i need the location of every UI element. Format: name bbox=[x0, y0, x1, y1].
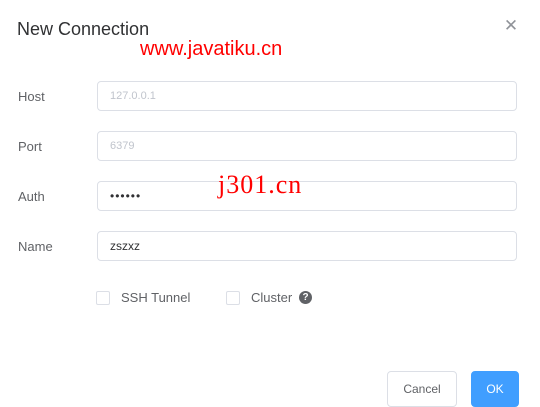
host-input[interactable] bbox=[97, 81, 517, 111]
new-connection-dialog: New Connection ✕ www.javatiku.cn Host Po… bbox=[0, 0, 540, 407]
name-label: Name bbox=[18, 239, 53, 254]
auth-password-input[interactable] bbox=[97, 181, 517, 211]
host-label: Host bbox=[18, 89, 45, 104]
port-input[interactable] bbox=[97, 131, 517, 161]
port-row: Port bbox=[0, 131, 540, 163]
host-row: Host bbox=[0, 81, 540, 113]
cancel-button[interactable]: Cancel bbox=[387, 371, 457, 407]
ok-button[interactable]: OK bbox=[471, 371, 519, 407]
watermark-text-secondary: j301.cn bbox=[218, 170, 303, 199]
close-icon[interactable]: ✕ bbox=[503, 17, 519, 34]
ssh-tunnel-label: SSH Tunnel bbox=[121, 290, 191, 305]
cluster-checkbox-box[interactable] bbox=[226, 291, 240, 305]
port-label: Port bbox=[18, 139, 42, 154]
name-input[interactable] bbox=[97, 231, 517, 261]
dialog-title: New Connection bbox=[17, 19, 150, 39]
cluster-label: Cluster bbox=[251, 290, 293, 305]
question-circle-icon[interactable]: ? bbox=[299, 291, 312, 304]
name-row: Name bbox=[0, 231, 540, 263]
ssh-tunnel-checkbox-box[interactable] bbox=[96, 291, 110, 305]
auth-label: Auth bbox=[18, 189, 45, 204]
watermark-text: www.javatiku.cn bbox=[140, 38, 283, 60]
